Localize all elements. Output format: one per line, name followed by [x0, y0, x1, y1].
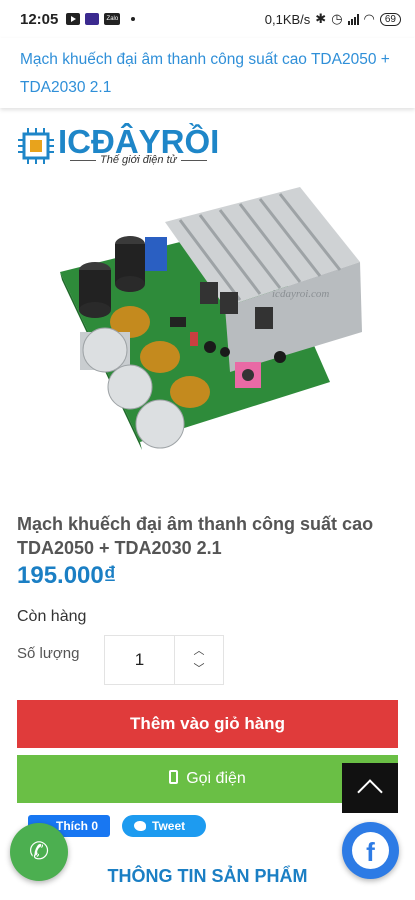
facebook-icon: f: [352, 832, 389, 869]
page-header: Mạch khuếch đại âm thanh công suất cao T…: [0, 38, 415, 108]
stock-status: Còn hàng: [17, 608, 87, 625]
site-logo[interactable]: ICĐÂYRỒI Thế giới điện tử: [16, 124, 219, 168]
section-title-product-info: THÔNG TIN SẢN PHẨM: [107, 866, 308, 886]
tweet-button[interactable]: Tweet: [122, 815, 206, 837]
logo-tagline: Thế giới điện tử: [66, 154, 211, 166]
quantity-arrows: ︿ ﹀: [175, 636, 223, 684]
status-right: 0,1KB/s ✱ ◷ ◠ 69: [265, 11, 401, 27]
battery-icon: 69: [379, 12, 401, 26]
scroll-to-top-button[interactable]: [342, 763, 398, 813]
youtube-icon: [66, 13, 81, 25]
tweet-label: Tweet: [152, 819, 186, 833]
image-watermark: icdayroi.com: [272, 288, 329, 300]
app-notification-icon: [85, 13, 100, 25]
header-title-link[interactable]: Mạch khuếch đại âm thanh công suất cao T…: [20, 51, 390, 96]
signal-icon: [347, 13, 359, 25]
alarm-icon: ◷: [331, 11, 343, 26]
status-bar: 12:05 Zalo 0,1KB/s ✱ ◷ ◠ 69: [0, 0, 415, 38]
twitter-bird-icon: [134, 821, 146, 831]
product-title: Mạch khuếch đại âm thanh công suất cao T…: [17, 514, 374, 558]
product-price: 195.000₫: [17, 562, 117, 589]
quantity-stepper[interactable]: 1 ︿ ﹀: [104, 635, 224, 685]
phone-icon: [169, 770, 179, 784]
bluetooth-icon: ✱: [315, 11, 327, 26]
notification-dot-icon: [131, 17, 136, 21]
quantity-label: Số lượng: [17, 645, 80, 662]
status-time: 12:05: [20, 10, 59, 28]
increment-icon[interactable]: ︿: [194, 646, 205, 657]
decrement-icon[interactable]: ﹀: [194, 664, 205, 675]
product-image[interactable]: icdayroi.com: [50, 182, 380, 462]
call-button[interactable]: Gọi điện: [17, 755, 398, 803]
wifi-icon: ◠: [363, 11, 375, 26]
like-count: 0: [91, 819, 99, 833]
net-speed: 0,1KB/s: [264, 11, 311, 27]
call-label: Gọi điện: [186, 770, 246, 787]
chip-icon: [18, 128, 54, 164]
zalo-icon: Zalo: [104, 13, 121, 25]
quantity-input[interactable]: 1: [105, 636, 175, 684]
add-to-cart-button[interactable]: Thêm vào giỏ hàng: [17, 700, 398, 748]
